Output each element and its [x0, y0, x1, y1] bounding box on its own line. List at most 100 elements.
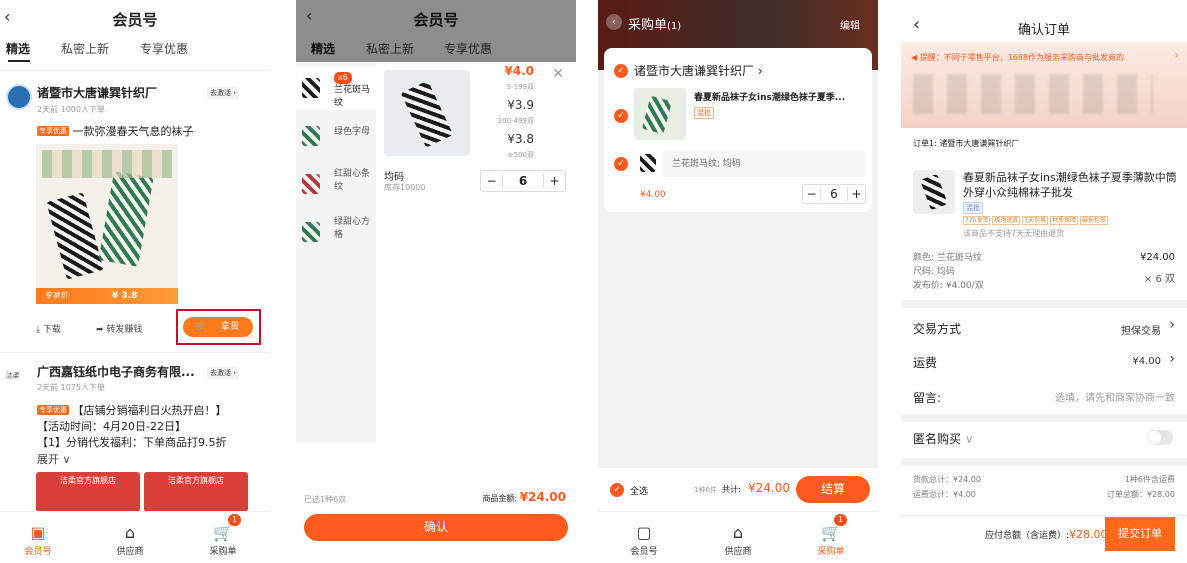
chevron-right-icon: › [1169, 317, 1175, 333]
activate-button[interactable]: 去激活 › [207, 367, 240, 379]
shop-image[interactable]: 洁柔官方旗舰店 [36, 472, 140, 512]
variant-item[interactable]: 绿色字母 [296, 114, 376, 158]
product-image[interactable]: 专享价 ¥ 3.8 [36, 144, 178, 304]
row-value: 担保交易 [1121, 326, 1161, 337]
variant-label: 绿甜心方格 [334, 217, 371, 240]
product-title[interactable]: 春夏新品袜子女ins潮绿色袜子夏季薄款中筒外穿小众纯棉袜子批发 [963, 170, 1177, 200]
shop-checkbox[interactable]: ✓ [614, 64, 628, 78]
quantity-stepper[interactable]: − 6 + [480, 170, 566, 192]
tab-cart[interactable]: 🛒 采购单 [193, 523, 253, 557]
checkout-button[interactable]: 结算 [796, 476, 870, 503]
variant-item[interactable]: 红甜心条纹 [296, 162, 376, 206]
plus-icon[interactable]: + [543, 174, 565, 188]
message-input[interactable]: 选填，请先和商家协商一致 [1055, 389, 1175, 404]
shop-image-label: 洁柔官方旗舰店 [168, 476, 224, 485]
share-label: 转发赚钱 [106, 325, 143, 335]
submit-order-button[interactable]: 提交订单 [1105, 517, 1175, 551]
buy-button[interactable]: 🛒 拿货 [183, 317, 253, 337]
product-title[interactable]: 春夏新品袜子女ins潮绿色袜子夏季... [694, 90, 845, 103]
download-icon: ⤓ [36, 325, 40, 335]
shop-name[interactable]: 诸暨市大唐谦巽针织厂 [37, 84, 157, 101]
notice-text[interactable]: ◀ 提醒：不同于零售平台，1688作为服务采购商与批发商的 [911, 52, 1173, 63]
product-image[interactable] [384, 70, 470, 156]
service-tag: 极速退款 [992, 216, 1021, 225]
tab-discount[interactable]: 专享优惠 [444, 40, 492, 57]
minus-icon[interactable]: − [803, 187, 821, 201]
tab-new[interactable]: 私密上新 [61, 40, 109, 57]
tab-new[interactable]: 私密上新 [366, 40, 414, 57]
back-icon[interactable]: ‹ [606, 14, 622, 30]
promo-tag: 专享优惠 [37, 126, 69, 136]
confirm-button[interactable]: 确认 [304, 514, 568, 541]
purchase-list-screen: ‹ 采购单(1) 编辑 ✓ 诸暨市大唐谦巽针织厂 › ✓ 春夏新品袜子女ins潮… [598, 0, 878, 563]
minus-icon[interactable]: − [481, 174, 503, 188]
shop-name[interactable]: 诸暨市大唐谦巽针织厂 › [634, 62, 763, 79]
tab-member[interactable]: ▣ 会员号 [8, 523, 68, 557]
divider [0, 352, 270, 353]
tab-cart[interactable]: 🛒 采购单 [801, 523, 861, 557]
row-value: ¥4.00 [1132, 356, 1161, 367]
variant-thumb [302, 222, 320, 242]
edit-button[interactable]: 编辑 [840, 17, 860, 32]
mix-tag: 混批 [963, 202, 983, 214]
variant-thumb [302, 174, 320, 194]
select-all-checkbox[interactable]: ✓ [610, 483, 624, 497]
share-button[interactable]: ➦ 转发赚钱 [96, 322, 142, 335]
shop-logo[interactable]: 洁柔 [5, 371, 19, 381]
tab-label: 采购单 [817, 547, 845, 557]
tab-member[interactable]: ▢ 会员号 [614, 523, 674, 557]
selected-summary: 已选1种6双 [304, 495, 347, 504]
tab-supplier[interactable]: ⌂ 供应商 [708, 523, 768, 557]
tab-label: 采购单 [209, 547, 237, 557]
confirm-order-screen: ‹ 确认订单 ◀ 提醒：不同于零售平台，1688作为服务采购商与批发商的 › 订… [901, 0, 1187, 563]
tab-featured[interactable]: 精选 [311, 40, 335, 57]
product-image[interactable] [634, 88, 686, 140]
variant-label: 兰花斑马纹 [334, 85, 371, 108]
anonymous-toggle[interactable] [1147, 430, 1173, 445]
quantity-value[interactable]: 6 [503, 174, 543, 188]
amount-label: 商品金额: [482, 494, 518, 503]
tab-discount[interactable]: 专享优惠 [140, 40, 188, 57]
tier-range: 200-499双 [497, 117, 534, 125]
tab-featured[interactable]: 精选 [6, 40, 30, 57]
row-label: 运费 [913, 356, 938, 370]
chevron-right-icon: › [1169, 351, 1175, 367]
product-image[interactable] [913, 170, 955, 214]
sock-picture [920, 173, 948, 211]
blurred-content [913, 74, 1153, 114]
download-button[interactable]: ⤓ 下载 [36, 322, 61, 335]
sku-checkbox[interactable]: ✓ [614, 157, 628, 171]
member-feed-screen: ‹ 会员号 精选 私密上新 专享优惠 诸暨市大唐谦巽针织厂 去激活 › 2天前 … [0, 0, 270, 563]
no-return-notice: 该商品不支持7天无理由退货 [963, 229, 1065, 238]
page-title: 确认订单 [1017, 23, 1070, 38]
variant-item[interactable]: 绿甜心方格 [296, 210, 376, 254]
shop-name[interactable]: 广西嘉钰纸巾电子商务有限... [37, 363, 195, 380]
pay-summary: 应付总额（含运费）:¥28.00 [985, 528, 1108, 541]
trade-method-row[interactable]: 交易方式 担保交易 › [913, 317, 1175, 337]
freight-row[interactable]: 运费 ¥4.00 › [913, 351, 1175, 371]
quantity-value[interactable]: 6 [821, 187, 847, 201]
activate-button[interactable]: 去激活 › [207, 87, 240, 99]
service-tag: 破损包赔 [1080, 216, 1109, 225]
quantity-stepper[interactable]: − 6 + [802, 184, 866, 204]
plus-icon[interactable]: + [847, 187, 865, 201]
variant-item-selected[interactable]: x6 兰花斑马纹 [296, 66, 376, 110]
sku-size: 尺码: 均码 [913, 267, 955, 277]
tier-range: 3-199双 [506, 83, 534, 91]
submit-bar: 应付总额（含运费）:¥28.00 提交订单 [901, 515, 1187, 551]
line-price: ¥24.00 [1140, 252, 1175, 263]
title-text: 采购单 [628, 18, 668, 33]
section-gap [901, 300, 1187, 308]
select-all-label[interactable]: 全选 [630, 484, 648, 497]
amount-summary: 商品金额: ¥24.00 [482, 490, 566, 504]
chevron-right-icon[interactable]: › [1174, 48, 1179, 62]
sock-picture [641, 95, 673, 135]
item-checkbox[interactable]: ✓ [614, 109, 628, 123]
shop-image[interactable]: 洁柔官方旗舰店 [144, 472, 248, 512]
tab-supplier[interactable]: ⌂ 供应商 [100, 523, 160, 557]
item-count: (1) [667, 21, 682, 32]
sku-row[interactable]: 兰花斑马纹; 均码 [662, 150, 866, 177]
expand-link[interactable]: 展开 ∨ [37, 451, 71, 467]
shop-avatar[interactable] [6, 84, 32, 110]
close-icon[interactable]: ✕ [552, 66, 564, 82]
